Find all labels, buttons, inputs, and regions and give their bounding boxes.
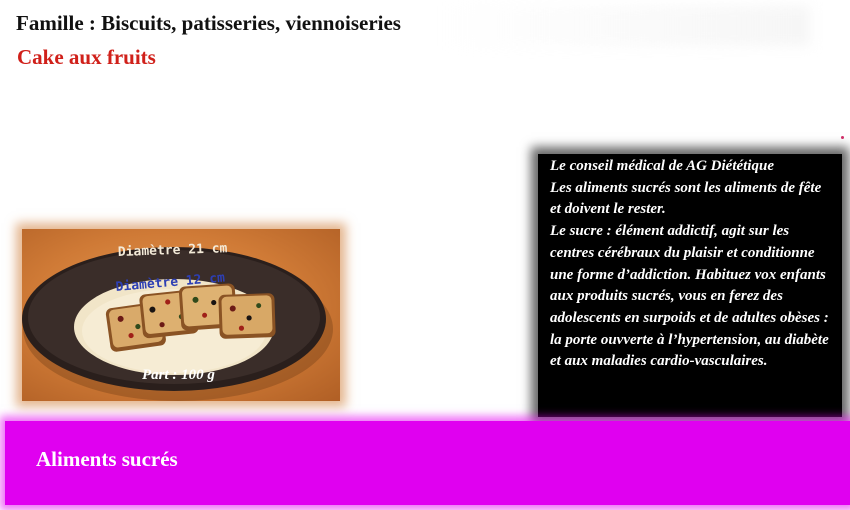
medical-advice-box: Le conseil médical de AG Diététique Les … bbox=[538, 154, 842, 417]
advice-heading: Le conseil médical de AG Diététique bbox=[550, 158, 774, 174]
category-banner: Aliments sucrés bbox=[5, 421, 850, 505]
portion-photo: Diamètre 21 cm Diamètre 12 cm Part : 100… bbox=[22, 229, 340, 401]
header-fade bbox=[440, 6, 810, 46]
food-family-heading: Famille : Biscuits, patisseries, viennoi… bbox=[16, 11, 401, 35]
portion-label: Part : 100 g bbox=[142, 367, 215, 383]
food-title: Cake aux fruits bbox=[17, 45, 156, 69]
advice-body: Les aliments sucrés sont les aliments de… bbox=[550, 179, 829, 370]
plate-illustration: Diamètre 21 cm Diamètre 12 cm Part : 100… bbox=[22, 241, 333, 401]
decorative-dot bbox=[841, 136, 844, 139]
advice-text: Le conseil médical de AG Diététique Les … bbox=[550, 156, 832, 373]
category-label: Aliments sucrés bbox=[36, 447, 178, 471]
